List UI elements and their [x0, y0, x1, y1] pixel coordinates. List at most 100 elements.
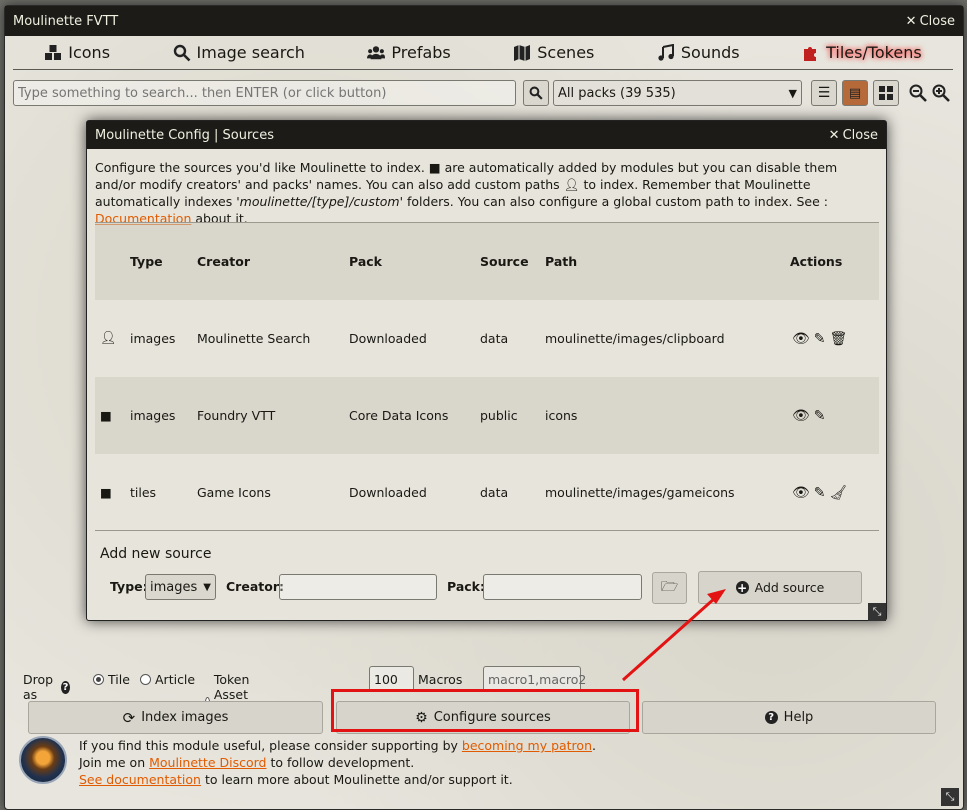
footer-text: If you find this module useful, please c…	[79, 737, 596, 788]
col-creator: Creator	[197, 254, 250, 269]
browse-folder-button[interactable]: 🗁︎	[652, 572, 687, 604]
search-input[interactable]	[13, 80, 516, 106]
macros-input[interactable]: macro1,macro2	[483, 666, 586, 692]
type-label: Type:	[110, 579, 148, 594]
window-title: Moulinette FVTT	[13, 13, 119, 29]
search-button[interactable]	[523, 80, 549, 106]
row-actions: 👁︎ ✎	[792, 377, 826, 454]
list-view-button[interactable]: ☰	[811, 80, 837, 106]
close-icon: ✕	[905, 13, 917, 29]
users-icon	[367, 45, 386, 59]
tab-tiles-tokens[interactable]: Tiles/Tokens	[802, 43, 922, 62]
moulinette-logo	[19, 736, 67, 784]
creator-input[interactable]	[279, 574, 437, 600]
patron-link[interactable]: becoming my patron	[462, 738, 592, 753]
zoom-out-button[interactable]	[908, 83, 928, 103]
zoom-out-icon	[909, 84, 927, 102]
dialog-resize-handle[interactable]: ⤡	[868, 603, 886, 621]
grid-view-button[interactable]	[873, 80, 899, 106]
broom-icon[interactable]: 🧹︎	[830, 485, 848, 501]
help-button[interactable]: ? Help	[642, 701, 936, 734]
table-header: Type Creator Pack Source Path Actions	[95, 223, 879, 300]
zoom-in-icon	[932, 84, 950, 102]
eye-icon[interactable]: 👁︎	[792, 485, 810, 501]
tab-prefabs[interactable]: Prefabs	[367, 43, 451, 62]
edit-icon[interactable]: ✎	[814, 485, 826, 501]
cube-icon: ■	[100, 408, 112, 423]
sync-icon: ⟳	[122, 708, 136, 727]
drop-as-label: Drop as ?	[23, 672, 71, 702]
tab-icons[interactable]: Icons	[44, 43, 110, 62]
user-icon: 👤︎	[563, 177, 580, 192]
resize-icon: ⤡	[945, 790, 955, 803]
window-close-button[interactable]: ✕ Close	[906, 14, 955, 29]
question-circle-icon: ?	[764, 711, 778, 724]
table-divider	[95, 530, 879, 531]
edit-icon[interactable]: ✎	[814, 408, 826, 424]
row-actions: 👁︎ ✎ 🧹︎	[792, 454, 847, 531]
col-path: Path	[545, 254, 578, 269]
add-source-heading: Add new source	[100, 546, 212, 562]
documentation-link[interactable]: See documentation	[79, 772, 201, 787]
tab-image-search[interactable]: Image search	[173, 43, 305, 62]
article-radio[interactable]	[140, 674, 151, 685]
question-circle-icon[interactable]: ?	[60, 680, 71, 694]
tab-scenes[interactable]: Scenes	[513, 43, 594, 62]
dialog-titlebar[interactable]: Moulinette Config | Sources ✕ Close	[87, 121, 886, 149]
edit-icon[interactable]: ✎	[814, 331, 826, 347]
music-icon	[658, 43, 674, 61]
user-icon: 👤︎	[100, 331, 117, 346]
cogs-icon: ⚙	[415, 709, 428, 726]
footer-line-2: Join me on Moulinette Discord to follow …	[79, 755, 415, 770]
resize-icon: ⤡	[872, 605, 882, 618]
discord-link[interactable]: Moulinette Discord	[149, 755, 266, 770]
close-icon: ✕	[828, 127, 840, 143]
col-type: Type	[130, 254, 163, 269]
pack-label: Pack:	[447, 579, 485, 594]
dialog-description: Configure the sources you'd like Mouline…	[95, 160, 838, 226]
th-list-icon: ▤	[848, 85, 862, 101]
window-resize-handle[interactable]: ⤡	[941, 788, 959, 806]
dialog-title: Moulinette Config | Sources	[95, 127, 274, 143]
footer-line-1: If you find this module useful, please c…	[79, 738, 596, 753]
eye-icon[interactable]: 👁︎	[792, 331, 810, 347]
window-titlebar[interactable]: Moulinette FVTT ✕ Close	[5, 6, 963, 36]
configure-sources-button[interactable]: ⚙ Configure sources	[336, 701, 630, 734]
row-actions: 👁︎ ✎ 🗑︎	[792, 300, 847, 377]
grid-icon	[879, 86, 893, 100]
trash-icon[interactable]: 🗑︎	[830, 331, 848, 347]
dialog-close-button[interactable]: ✕ Close	[829, 128, 878, 143]
col-actions: Actions	[790, 254, 843, 269]
puzzle-icon	[804, 46, 817, 61]
table-row: ■ tiles Game Icons Downloaded data mouli…	[95, 454, 879, 531]
index-images-button[interactable]: ⟳ Index images	[28, 701, 323, 734]
cubes-icon	[45, 44, 62, 60]
search-icon	[529, 86, 543, 100]
table-row: ■ images Foundry VTT Core Data Icons pub…	[95, 377, 879, 454]
type-select[interactable]: images ▼	[145, 574, 216, 600]
chevron-down-icon: ▼	[788, 86, 797, 100]
zoom-in-button[interactable]	[931, 83, 951, 103]
footer-line-3: See documentation to learn more about Mo…	[79, 772, 513, 787]
eye-icon[interactable]: 👁︎	[792, 408, 810, 424]
add-source-form: Type: images ▼ Creator: Pack: 🗁︎ + Add s…	[87, 570, 888, 604]
map-icon	[514, 44, 531, 61]
sources-config-dialog: Moulinette Config | Sources ✕ Close Conf…	[86, 120, 887, 621]
radio-tile[interactable]: Tile	[93, 672, 130, 687]
grid-size-input[interactable]: 100	[369, 666, 414, 692]
cube-icon: ■	[428, 160, 441, 175]
cube-icon: ■	[100, 485, 112, 500]
tab-sounds[interactable]: Sounds	[657, 43, 740, 62]
search-row: All packs (39 535) ▼ ☰ ▤	[13, 80, 953, 108]
detail-list-view-button[interactable]: ▤	[842, 80, 868, 106]
tile-radio[interactable]	[93, 674, 104, 685]
sources-table: Type Creator Pack Source Path Actions 👤︎…	[95, 222, 879, 531]
pack-input[interactable]	[483, 574, 642, 600]
macros-label: Macros	[418, 672, 463, 687]
pack-select[interactable]: All packs (39 535) ▼	[553, 80, 802, 106]
radio-article[interactable]: Article	[140, 672, 195, 687]
search-icon	[173, 44, 190, 61]
chevron-down-icon: ▼	[203, 581, 211, 593]
add-source-button[interactable]: + Add source	[698, 571, 862, 604]
table-row: 👤︎ images Moulinette Search Downloaded d…	[95, 300, 879, 377]
